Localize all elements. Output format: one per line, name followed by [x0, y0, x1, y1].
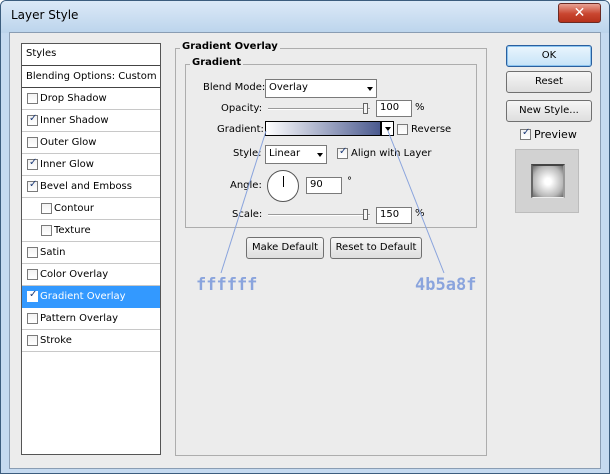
annotation-line-right — [387, 130, 445, 274]
preview-swatch — [531, 164, 565, 198]
close-button[interactable]: ✕ — [558, 3, 601, 23]
reset-button[interactable]: Reset — [506, 71, 592, 93]
annotation-end-color: 4b5a8f — [415, 275, 477, 295]
title-bar: Layer Style ✕ — [1, 1, 609, 33]
annotation-lines — [220, 130, 445, 274]
ok-button[interactable]: OK — [506, 45, 592, 67]
style-preview-thumbnail — [515, 149, 579, 213]
annotation-start-color: ffffff — [196, 275, 258, 295]
preview-label: Preview — [534, 128, 577, 141]
dialog-client-area: Styles Blending Options: Custom Drop Sha… — [9, 32, 601, 469]
new-style-button[interactable]: New Style... — [506, 100, 592, 122]
annotation-line-left — [220, 130, 267, 274]
window-title: Layer Style — [11, 8, 79, 22]
layer-style-window: Layer Style ✕ Styles Blending Options: C… — [0, 0, 610, 474]
preview-checkbox[interactable] — [520, 127, 531, 140]
